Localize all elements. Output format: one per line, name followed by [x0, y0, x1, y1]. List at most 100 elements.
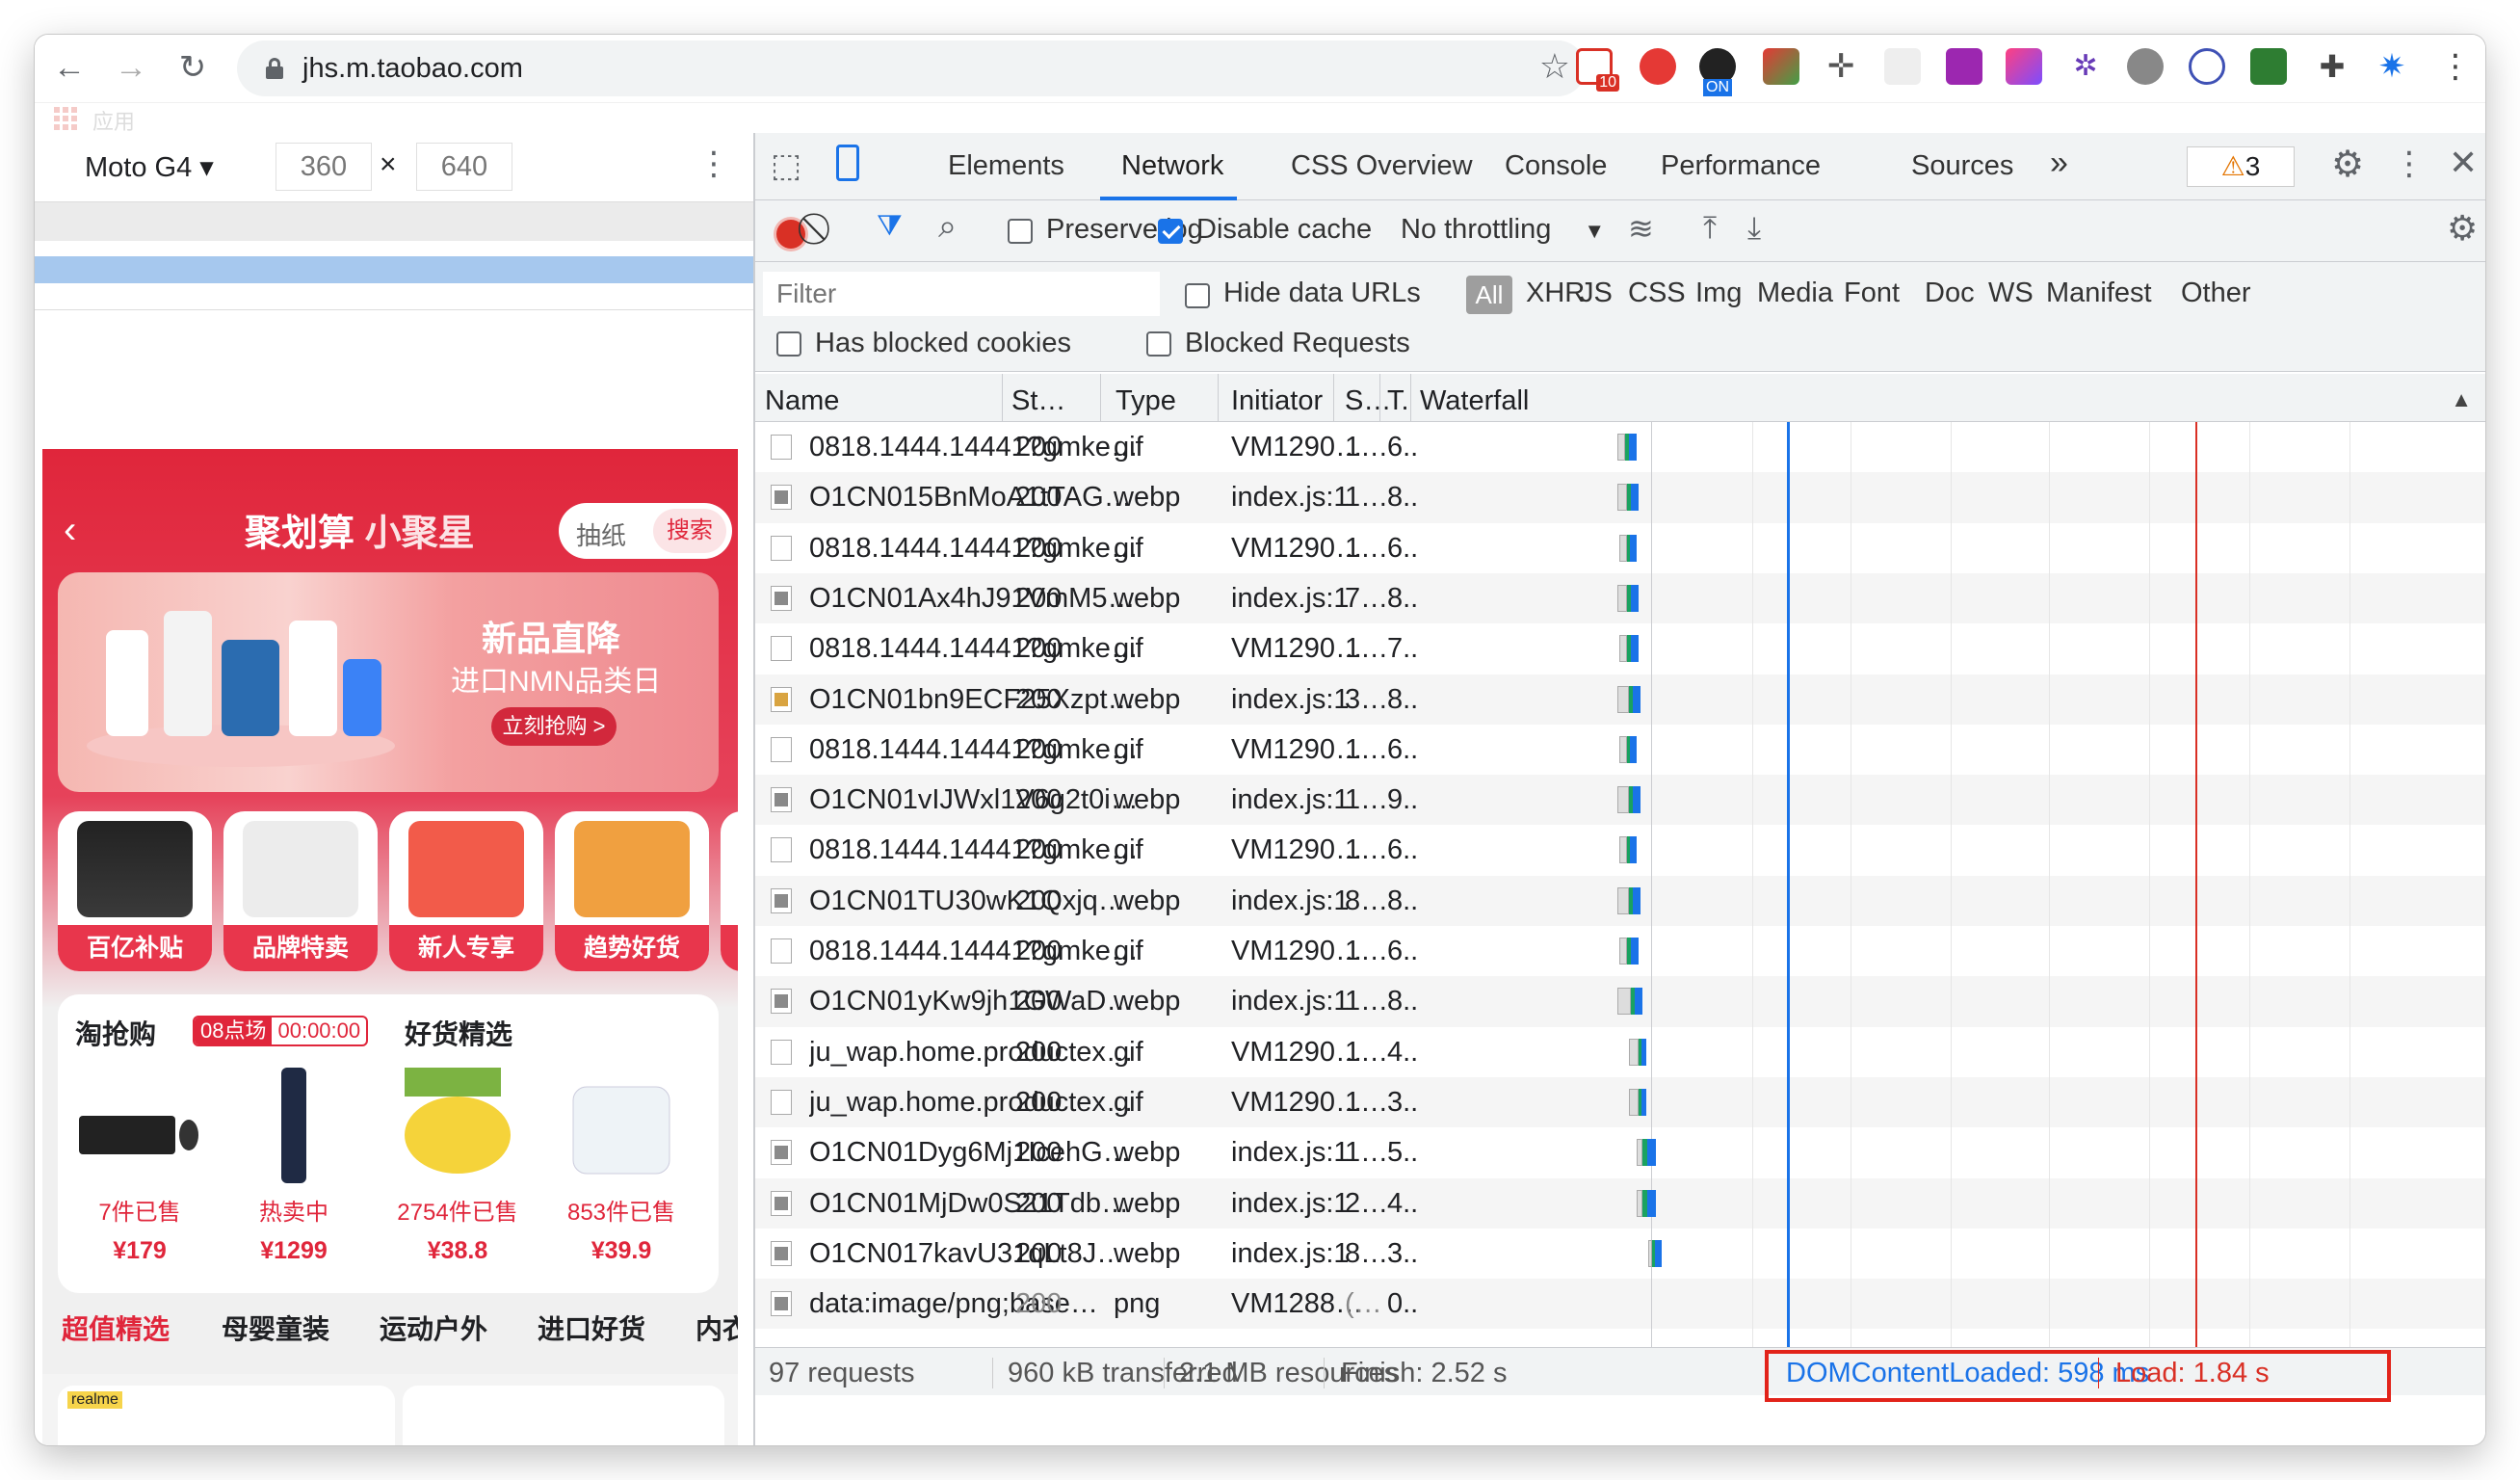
waterfall-bar[interactable] [1617, 988, 1642, 1016]
purple-extension-icon[interactable] [1946, 48, 1982, 85]
tab-sources[interactable]: Sources [1911, 150, 2013, 182]
blocked-requests-checkbox[interactable] [1146, 331, 1171, 357]
tab-elements[interactable]: Elements [948, 150, 1064, 182]
apps-icon[interactable] [54, 107, 77, 130]
tab-css-overview[interactable]: CSS Overview [1291, 150, 1473, 182]
filter-type-css[interactable]: CSS [1628, 278, 1686, 309]
network-conditions-icon[interactable]: ≋ [1628, 210, 1654, 247]
column-name[interactable]: Name [765, 385, 839, 417]
column-type[interactable]: Type [1116, 385, 1176, 417]
product-tile[interactable]: realme [58, 1386, 395, 1445]
bug-extension-icon[interactable]: ✲ [2067, 48, 2104, 85]
import-har-icon[interactable]: ⤒ [1703, 210, 1717, 247]
close-devtools-icon[interactable]: ✕ [2449, 143, 2478, 183]
export-har-icon[interactable]: ⤓ [1747, 210, 1761, 247]
product-card[interactable]: 2754件已售 ¥38.8 [385, 1068, 530, 1280]
bookmark-star-icon[interactable]: ☆ [1539, 46, 1570, 87]
category-card[interactable]: 汇 [721, 811, 738, 971]
gear-extension-icon[interactable] [2127, 48, 2164, 85]
record-button[interactable] [776, 220, 805, 249]
waterfall-bar[interactable] [1617, 886, 1641, 914]
puzzle-icon[interactable]: ✚ [2314, 48, 2350, 85]
hide-data-urls-checkbox[interactable] [1185, 283, 1210, 308]
page-back-icon[interactable]: ‹ [64, 509, 76, 552]
product-card[interactable]: 热卖中 ¥1299 [222, 1068, 366, 1280]
device-toggle-icon[interactable] [836, 145, 859, 181]
waterfall-bar[interactable] [1619, 938, 1639, 965]
waterfall-bar[interactable] [1617, 584, 1639, 612]
device-select[interactable]: Moto G4 ▾ [85, 150, 214, 184]
settings-gear-icon[interactable]: ⚙ [2331, 143, 2364, 186]
filter-type-ws[interactable]: WS [1988, 278, 2034, 309]
page-tab[interactable]: 运动户外 [380, 1308, 487, 1347]
waterfall-bar[interactable] [1648, 1239, 1662, 1267]
throttling-select[interactable]: No throttling ▼ [1401, 214, 1605, 246]
preserve-log-checkbox[interactable] [1008, 219, 1033, 244]
waterfall-bar[interactable] [1617, 434, 1637, 461]
filter-type-media[interactable]: Media [1757, 278, 1833, 309]
column-initiator[interactable]: Initiator [1231, 385, 1323, 417]
category-card[interactable]: 新人专享 [389, 811, 543, 971]
filter-type-js[interactable]: JS [1580, 278, 1613, 309]
disable-cache-checkbox[interactable] [1158, 219, 1183, 244]
green-extension-icon[interactable] [2250, 48, 2287, 85]
waterfall-bar[interactable] [1619, 635, 1639, 663]
filter-icon[interactable]: ⧩ [877, 210, 903, 243]
search-icon[interactable]: ⌕ [938, 208, 957, 246]
blue-extension-icon[interactable]: ✷ [2374, 48, 2410, 85]
tab-console[interactable]: Console [1505, 150, 1607, 182]
product-card[interactable]: 7件已售 ¥179 [67, 1068, 212, 1280]
column-size[interactable]: S… [1345, 385, 1391, 417]
product-card[interactable]: 853件已售 ¥39.9 [549, 1068, 694, 1280]
waterfall-bar[interactable] [1629, 1088, 1646, 1116]
tab-performance[interactable]: Performance [1661, 150, 1821, 182]
page-tab[interactable]: 母婴童装 [222, 1308, 329, 1347]
waterfall-bar[interactable] [1617, 786, 1641, 814]
device-more-icon[interactable]: ⋮ [697, 145, 730, 183]
media-query-bar-min[interactable] [35, 256, 753, 283]
column-time[interactable]: T. [1387, 385, 1409, 417]
waterfall-bar[interactable] [1619, 534, 1637, 562]
page-search-box[interactable]: 抽纸 搜索 [559, 503, 732, 559]
filter-type-img[interactable]: Img [1695, 278, 1742, 309]
filter-input[interactable] [763, 272, 1160, 316]
devtools-menu-icon[interactable]: ⋮ [2393, 145, 2426, 183]
filter-type-manifest[interactable]: Manifest [2046, 278, 2152, 309]
move-extension-icon[interactable]: ✛ [1823, 48, 1859, 85]
filter-type-other[interactable]: Other [2181, 278, 2251, 309]
red-extension-icon[interactable] [1640, 48, 1676, 85]
promo-banner[interactable]: 新品直降 进口NMN品类日 立刻抢购 > [58, 572, 719, 792]
waterfall-bar[interactable] [1617, 484, 1639, 512]
sort-ascending-icon[interactable]: ▲ [2451, 387, 2472, 412]
bookmark-label[interactable]: 应用 [92, 105, 135, 136]
category-card[interactable]: 百亿补贴 [58, 811, 212, 971]
page-search-button[interactable]: 搜索 [653, 509, 726, 553]
category-card[interactable]: 趋势好货 [555, 811, 709, 971]
waterfall-bar[interactable] [1619, 836, 1637, 864]
waterfall-bar[interactable] [1637, 1139, 1656, 1167]
inspect-element-icon[interactable]: ⬚ [771, 146, 801, 185]
column-waterfall[interactable]: Waterfall [1420, 385, 1529, 417]
more-tabs-button[interactable]: » [2050, 145, 2068, 182]
react-extension-icon[interactable] [2189, 48, 2225, 85]
page-tab[interactable]: 超值精选 [62, 1308, 170, 1347]
waterfall-bar[interactable] [1619, 735, 1637, 763]
waterfall-bar[interactable] [1637, 1189, 1656, 1217]
product-tile[interactable] [403, 1386, 724, 1445]
filter-type-doc[interactable]: Doc [1925, 278, 1975, 309]
forward-button[interactable]: → [110, 46, 152, 89]
reload-button[interactable]: ↻ [171, 46, 214, 89]
waterfall-bar[interactable] [1629, 1038, 1646, 1066]
column-status[interactable]: St… [1011, 385, 1065, 417]
browser-menu-icon[interactable]: ⋮ [2437, 48, 2474, 85]
waterfall-bar[interactable] [1617, 685, 1641, 713]
page-tab[interactable]: 内衣 [696, 1308, 738, 1347]
filter-type-font[interactable]: Font [1844, 278, 1900, 309]
height-input[interactable]: 640 [416, 143, 512, 191]
width-input[interactable]: 360 [276, 143, 372, 191]
banner-buy-button[interactable]: 立刻抢购 > [491, 707, 617, 746]
filter-type-xhr[interactable]: XHR [1526, 278, 1585, 309]
gradient-extension-icon[interactable] [2006, 48, 2042, 85]
gmail-extension-icon[interactable]: 10 [1576, 48, 1619, 92]
back-button[interactable]: ← [48, 46, 91, 89]
